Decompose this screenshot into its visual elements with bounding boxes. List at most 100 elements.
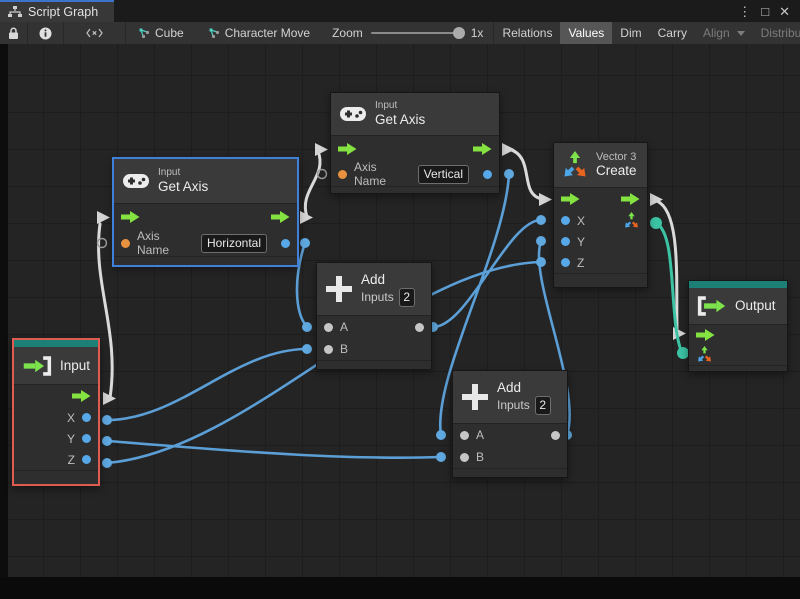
lock-icon bbox=[8, 27, 19, 40]
close-icon[interactable]: ✕ bbox=[779, 5, 790, 18]
param-label: Axis Name bbox=[354, 160, 411, 188]
align-button[interactable]: Align bbox=[695, 22, 753, 44]
graph-icon bbox=[8, 6, 22, 18]
axis-name-port[interactable] bbox=[121, 239, 130, 248]
node-footer bbox=[689, 365, 787, 372]
graph-toolbar: Cube Character Move Zoom 1x Relations Va… bbox=[0, 22, 800, 44]
flow-out-arrow-icon[interactable] bbox=[72, 390, 91, 402]
node-add-1[interactable]: Add Inputs2 A B bbox=[316, 262, 432, 370]
breadcrumb-character-move[interactable]: Character Move bbox=[196, 26, 322, 40]
values-button[interactable]: Values bbox=[560, 22, 612, 44]
info-button[interactable] bbox=[28, 22, 64, 44]
port-row-z: Z bbox=[14, 449, 98, 470]
node-get-axis-horizontal[interactable]: Input Get Axis Axis Name Horizontal bbox=[113, 158, 298, 266]
port-label: Y bbox=[577, 235, 585, 249]
input-a-port[interactable] bbox=[460, 431, 469, 440]
graph-node-icon bbox=[138, 27, 150, 39]
node-output[interactable]: Output bbox=[688, 280, 788, 372]
node-category: Input bbox=[158, 167, 208, 179]
input-z-port[interactable] bbox=[561, 258, 570, 267]
flow-out-arrow-icon[interactable] bbox=[473, 143, 492, 155]
flow-in-arrow-icon[interactable] bbox=[561, 193, 580, 205]
node-vector3-create[interactable]: Vector 3 Create X Y bbox=[553, 142, 648, 288]
node-add-2[interactable]: Add Inputs2 A B bbox=[452, 370, 568, 478]
port-label: X bbox=[577, 214, 585, 228]
flow-row bbox=[554, 188, 647, 210]
output-x-port[interactable] bbox=[82, 413, 91, 422]
inputs-label: Inputs bbox=[361, 290, 394, 304]
inputs-count-field[interactable]: 2 bbox=[535, 396, 551, 415]
node-input[interactable]: Input X Y Z bbox=[12, 338, 100, 486]
node-footer bbox=[14, 470, 98, 484]
axis-name-port[interactable] bbox=[338, 170, 347, 179]
flow-out-arrow-icon[interactable] bbox=[621, 193, 640, 205]
param-label: Axis Name bbox=[137, 229, 194, 257]
script-graph-window: Script Graph ⋮ □ ✕ Cube Character Move Z… bbox=[0, 0, 800, 599]
code-view-button[interactable] bbox=[64, 22, 126, 44]
input-b-port[interactable] bbox=[460, 453, 469, 462]
tab-bar: Script Graph ⋮ □ ✕ bbox=[0, 0, 800, 22]
menu-icon[interactable]: ⋮ bbox=[738, 5, 751, 18]
flow-in-arrow-icon[interactable] bbox=[338, 143, 357, 155]
vector3-out-port-icon[interactable] bbox=[623, 212, 640, 229]
breadcrumb-label: Cube bbox=[155, 26, 184, 40]
node-title: Add bbox=[361, 272, 415, 288]
input-a-port[interactable] bbox=[324, 323, 333, 332]
node-footer bbox=[331, 186, 499, 193]
value-row bbox=[689, 344, 787, 365]
value-out-port[interactable] bbox=[281, 239, 290, 248]
zoom-slider[interactable] bbox=[371, 32, 463, 34]
port-label: Y bbox=[67, 432, 75, 446]
plus-icon bbox=[462, 384, 488, 410]
relations-button[interactable]: Relations bbox=[494, 22, 560, 44]
input-icon bbox=[22, 356, 52, 376]
port-row-x: X bbox=[14, 407, 98, 428]
param-row: Axis Name Horizontal bbox=[114, 230, 297, 256]
maximize-icon[interactable]: □ bbox=[761, 5, 769, 18]
node-header: Input Get Axis bbox=[331, 93, 499, 136]
node-category: Input bbox=[375, 100, 425, 112]
port-row-b: B bbox=[317, 338, 431, 360]
zoom-slider-handle[interactable] bbox=[453, 27, 465, 39]
input-b-port[interactable] bbox=[324, 345, 333, 354]
value-out-port[interactable] bbox=[483, 170, 492, 179]
chevron-down-icon bbox=[737, 31, 745, 36]
port-label: B bbox=[476, 450, 484, 464]
carry-button[interactable]: Carry bbox=[650, 22, 695, 44]
port-label: B bbox=[340, 342, 348, 356]
output-z-port[interactable] bbox=[82, 455, 91, 464]
result-out-port[interactable] bbox=[415, 323, 424, 332]
axis-name-field[interactable]: Horizontal bbox=[201, 234, 267, 253]
input-y-port[interactable] bbox=[561, 237, 570, 246]
breadcrumb-cube[interactable]: Cube bbox=[126, 26, 196, 40]
vector3-in-port-icon[interactable] bbox=[696, 346, 713, 363]
input-x-port[interactable] bbox=[561, 216, 570, 225]
graph-io-strip bbox=[689, 281, 787, 288]
zoom-control: Zoom 1x bbox=[322, 26, 493, 40]
zoom-label: Zoom bbox=[332, 26, 363, 40]
result-out-port[interactable] bbox=[551, 431, 560, 440]
port-label: A bbox=[476, 428, 484, 442]
lock-button[interactable] bbox=[0, 22, 28, 44]
axis-name-field[interactable]: Vertical bbox=[418, 165, 469, 184]
node-title: Add bbox=[497, 380, 551, 396]
info-icon bbox=[39, 27, 52, 40]
tab-title: Script Graph bbox=[28, 5, 98, 19]
plus-icon bbox=[326, 276, 352, 302]
port-label: X bbox=[67, 411, 75, 425]
flow-in-arrow-icon[interactable] bbox=[121, 211, 140, 223]
breadcrumb-label: Character Move bbox=[225, 26, 310, 40]
distribute-button[interactable]: Distribute bbox=[753, 22, 800, 44]
node-category: Vector 3 bbox=[596, 151, 637, 163]
port-row-a: A bbox=[453, 424, 567, 446]
output-y-port[interactable] bbox=[82, 434, 91, 443]
node-header: Output bbox=[689, 288, 787, 325]
flow-in-arrow-icon[interactable] bbox=[696, 329, 715, 341]
node-get-axis-vertical[interactable]: Input Get Axis Axis Name Vertical bbox=[330, 92, 500, 194]
node-header: Add Inputs2 bbox=[453, 371, 567, 424]
inputs-count-field[interactable]: 2 bbox=[399, 288, 415, 307]
port-row-y: Y bbox=[14, 428, 98, 449]
dim-button[interactable]: Dim bbox=[612, 22, 649, 44]
tab-script-graph[interactable]: Script Graph bbox=[0, 0, 114, 22]
flow-out-arrow-icon[interactable] bbox=[271, 211, 290, 223]
